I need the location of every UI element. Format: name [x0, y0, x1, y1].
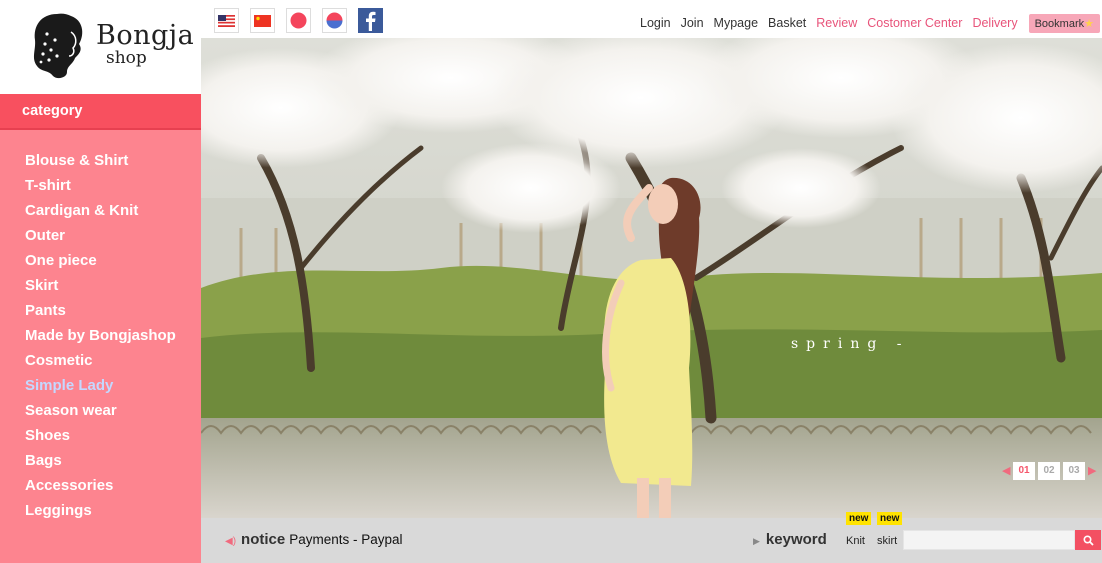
search-button[interactable] [1075, 530, 1101, 550]
category-item-cosmetic[interactable]: Cosmetic [25, 352, 176, 377]
delivery-link[interactable]: Delivery [972, 16, 1017, 30]
category-sidebar: category Blouse & Shirt T-shirt Cardigan &… [0, 94, 201, 563]
search-icon [1082, 534, 1094, 546]
category-item-skirt[interactable]: Skirt [25, 277, 176, 302]
keyword-tag-label[interactable]: skirt [877, 535, 897, 547]
logo-subtitle: shop [106, 48, 147, 68]
logo-title: Bongja [96, 20, 195, 51]
korea-flag-icon[interactable] [322, 8, 347, 33]
pager-page-03[interactable]: 03 [1063, 462, 1085, 480]
search-input[interactable] [903, 530, 1075, 550]
category-item-shoes[interactable]: Shoes [25, 427, 176, 452]
hero-banner[interactable]: spring - ◀ 01 02 03 ▶ [201, 38, 1102, 518]
facebook-icon[interactable] [358, 8, 383, 33]
category-item-outer[interactable]: Outer [25, 227, 176, 252]
category-item-t-shirt[interactable]: T-shirt [25, 177, 176, 202]
pager-next-icon[interactable]: ▶ [1088, 463, 1096, 479]
banner-caption: spring - [791, 336, 910, 352]
notice: ◀) notice Payments - Paypal [225, 531, 403, 548]
arrow-right-icon: ▶ [753, 536, 760, 546]
category-item-made-by-bongjashop[interactable]: Made by Bongjashop [25, 327, 176, 352]
login-link[interactable]: Login [640, 16, 671, 30]
us-flag-icon[interactable] [214, 8, 239, 33]
category-item-simple-lady[interactable]: Simple Lady [25, 377, 176, 402]
category-item-cardigan-knit[interactable]: Cardigan & Knit [25, 202, 176, 227]
new-badge: new [846, 512, 872, 525]
star-icon: ★ [1084, 17, 1094, 30]
pager-prev-icon[interactable]: ◀ [1002, 463, 1010, 479]
notice-bar: ◀) notice Payments - Paypal ▶ keyword ne… [201, 512, 1102, 563]
category-item-one-piece[interactable]: One piece [25, 252, 176, 277]
notice-label: notice [241, 531, 286, 548]
notice-text[interactable]: Payments - Paypal [289, 532, 402, 547]
bookmark-button[interactable]: Bookmark★ [1028, 13, 1100, 33]
category-item-season-wear[interactable]: Season wear [25, 402, 176, 427]
top-navigation: Login Join Mypage Basket Review Costomer… [630, 12, 1102, 34]
speaker-icon: ◀) [225, 536, 237, 547]
keyword-label: keyword [765, 531, 827, 548]
review-link[interactable]: Review [816, 16, 857, 30]
new-badge: new [877, 512, 903, 525]
category-item-bags[interactable]: Bags [25, 452, 176, 477]
banner-pager: ◀ 01 02 03 ▶ [1002, 462, 1096, 480]
pager-page-02[interactable]: 02 [1038, 462, 1060, 480]
keyword-tag-label[interactable]: Knit [846, 535, 865, 547]
category-item-accessories[interactable]: Accessories [25, 477, 176, 502]
bookmark-label: Bookmark [1034, 17, 1085, 30]
category-item-leggings[interactable]: Leggings [25, 502, 176, 527]
category-heading: category [22, 103, 83, 119]
category-item-pants[interactable]: Pants [25, 302, 176, 327]
mypage-link[interactable]: Mypage [714, 16, 758, 30]
join-link[interactable]: Join [681, 16, 704, 30]
customer-center-link[interactable]: Costomer Center [867, 16, 962, 30]
category-item-blouse-shirt[interactable]: Blouse & Shirt [25, 152, 176, 177]
basket-link[interactable]: Basket [768, 16, 806, 30]
language-flags [214, 8, 383, 34]
category-list: Blouse & Shirt T-shirt Cardigan & Knit Oute… [25, 152, 176, 527]
woman-silhouette-logo-icon [33, 13, 83, 79]
pager-page-01[interactable]: 01 [1013, 462, 1035, 480]
keyword: ▶ keyword [753, 531, 827, 548]
category-header: category [0, 94, 201, 130]
china-flag-icon[interactable] [250, 8, 275, 33]
japan-flag-icon[interactable] [286, 8, 311, 33]
logo[interactable]: Bongja shop [22, 8, 195, 80]
spring-model-photo [201, 38, 1102, 518]
